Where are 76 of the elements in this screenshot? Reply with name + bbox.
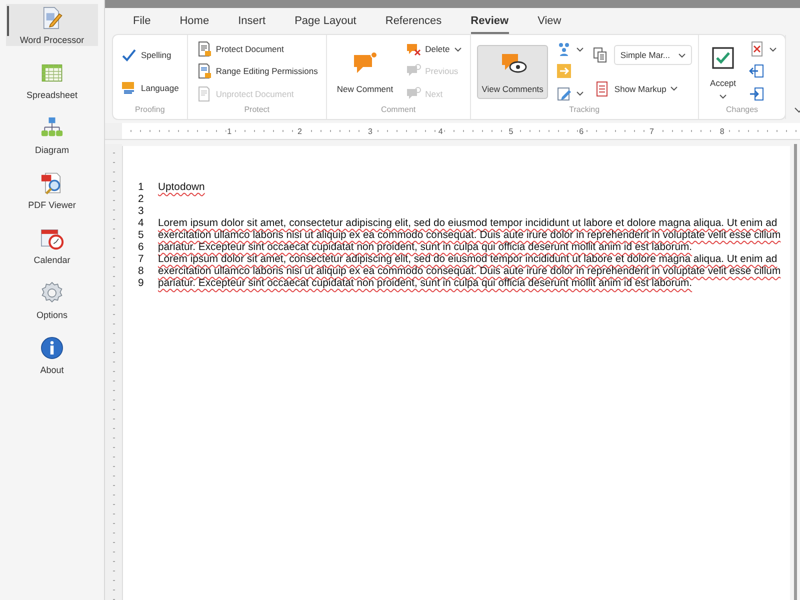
ruler-number: 2 xyxy=(296,126,303,136)
ribbon-tab[interactable]: View xyxy=(538,11,562,31)
ribbon-button[interactable]: Spelling xyxy=(119,46,181,64)
info-icon xyxy=(39,335,65,361)
sidebar-item[interactable]: Options xyxy=(6,279,98,321)
document-text: exercitation ullamco laboris nisi ut aliquip ex ea commodo consequat. Duis aute irure dolor in reprehenderit in voluptate velit esse cillum xyxy=(158,266,781,278)
group-label: Tracking xyxy=(568,105,601,116)
ribbon-button[interactable]: View Comments xyxy=(476,44,548,98)
document-pencil-icon xyxy=(556,86,572,102)
language-icon xyxy=(121,80,137,96)
caret-icon xyxy=(719,94,728,99)
document-text: pariatur. Excepteur sint occaecat cupidatat non proident, sunt in culpa qui officia deserunt mollit anim id est laborum. xyxy=(158,242,692,254)
line-number: 2 xyxy=(138,194,145,206)
caret-icon xyxy=(678,52,686,58)
ribbon-button[interactable]: Language xyxy=(119,79,181,98)
compare-icon xyxy=(556,63,572,80)
arrow-left-icon xyxy=(749,63,766,80)
ribbon-tab[interactable]: Insert xyxy=(238,11,266,31)
caret-icon xyxy=(576,91,584,96)
markup-dropdown[interactable]: Simple Mar... xyxy=(614,45,692,66)
document-text: pariatur. Excepteur sint occaecat cupidatat non proident, sunt in culpa qui officia deserunt mollit anim id est laborum. xyxy=(158,278,692,290)
caret-icon xyxy=(454,46,462,52)
group-label: Proofing xyxy=(134,105,166,116)
document-text: exercitation ullamco laboris nisi ut aliquip ex ea commodo consequat. Duis aute irure dolor in reprehenderit in voluptate velit esse cillum xyxy=(158,230,781,242)
arrow-right-icon xyxy=(749,86,766,102)
line-number: 9 xyxy=(138,278,145,290)
line-number: 1 xyxy=(138,182,145,194)
document-lock-icon xyxy=(196,41,212,58)
sidebar-item[interactable]: Diagram xyxy=(6,114,98,156)
ribbon-tab[interactable]: Review xyxy=(470,11,509,31)
ribbon-tab[interactable]: Page Layout xyxy=(294,11,356,31)
line-number: 6 xyxy=(138,242,145,254)
ruler-number: 4 xyxy=(437,126,444,136)
ruler-number: 5 xyxy=(508,126,514,136)
caret-icon xyxy=(769,46,778,52)
document-text: Uptodown xyxy=(158,182,205,194)
sidebar-item[interactable]: PDF Viewer xyxy=(6,169,98,211)
document-icon xyxy=(196,86,212,102)
sidebar-item[interactable]: Word Processor xyxy=(6,4,98,46)
caret-icon xyxy=(670,86,678,92)
ruler-number: 6 xyxy=(578,126,585,136)
scrollbar[interactable] xyxy=(794,144,796,600)
ruler-number: 8 xyxy=(718,126,726,136)
ribbon-tab[interactable]: References xyxy=(385,11,442,31)
comment-icon xyxy=(405,86,422,102)
line-number: 3 xyxy=(138,206,145,218)
ruler-number: 1 xyxy=(226,126,233,136)
document-lock-icon xyxy=(196,63,212,80)
line-number: 7 xyxy=(138,254,145,266)
group-label: Comment xyxy=(380,105,417,116)
group-label: Protect xyxy=(243,105,271,116)
ruler-number: 7 xyxy=(648,126,655,136)
group-label: Changes xyxy=(725,105,760,116)
ribbon-tab[interactable]: Home xyxy=(180,11,210,31)
ribbon-button[interactable]: Show Markup xyxy=(592,80,692,98)
sidebar-item[interactable]: About xyxy=(6,334,98,376)
document-icon xyxy=(594,80,610,97)
line-number: 5 xyxy=(138,230,145,242)
check-icon xyxy=(121,46,137,63)
pages-icon xyxy=(592,47,608,64)
ruler-number: 3 xyxy=(366,126,374,136)
caret-icon xyxy=(576,46,584,52)
line-number: 4 xyxy=(138,218,145,230)
document-text: Lorem ipsum dolor sit amet, consectetur adipiscing elit, sed do eiusmod tempor incididunt ut labore et dolore magna aliqua. Ut enim ad xyxy=(158,254,778,266)
ribbon-button[interactable]: Protect Document xyxy=(194,40,320,58)
sidebar-item[interactable]: Calendar xyxy=(6,224,98,266)
ribbon-button[interactable]: Accept xyxy=(705,40,742,103)
reject-icon xyxy=(749,41,766,58)
document-text: Lorem ipsum dolor sit amet, consectetur adipiscing elit, sed do eiusmod tempor incididunt ut labore et dolore magna aliqua. Ut enim ad xyxy=(158,218,778,230)
comment-delete-icon xyxy=(405,41,422,58)
line-number: 8 xyxy=(138,266,145,278)
ribbon-button[interactable]: Range Editing Permissions xyxy=(194,62,320,80)
ribbon-button[interactable]: New Comment xyxy=(332,46,398,98)
sidebar-item[interactable]: Spreadsheet xyxy=(6,59,98,101)
ribbon-tab[interactable]: File xyxy=(133,11,151,31)
ribbon-button[interactable]: Delete xyxy=(403,40,464,58)
